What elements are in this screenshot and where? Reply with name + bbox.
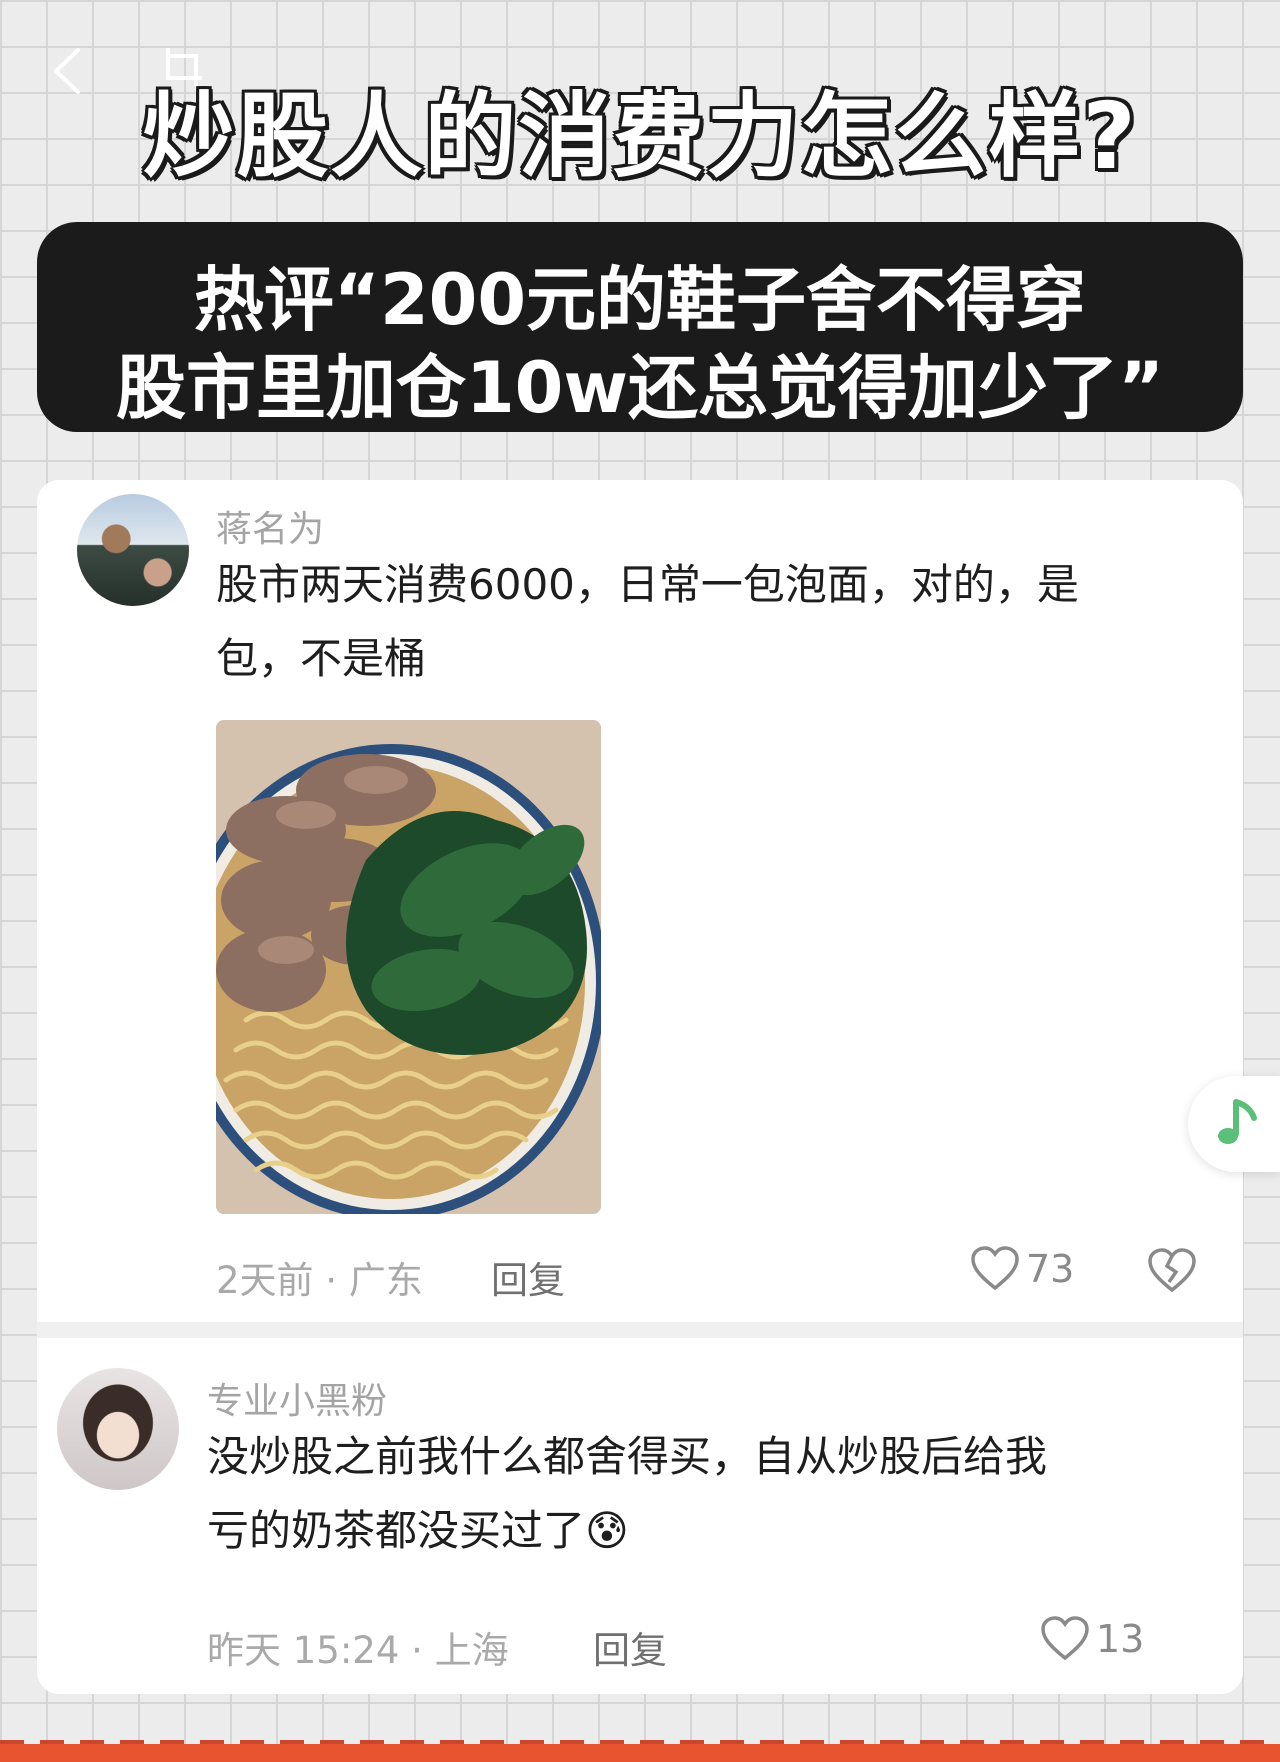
comment-text-line: 股市两天消费6000，日常一包泡面，对的，是 <box>216 560 1079 609</box>
comment-meta: 2天前 · 广东 <box>216 1259 423 1302</box>
heart-icon <box>1041 1616 1089 1661</box>
comment-text: 股市两天消费6000，日常一包泡面，对的，是 包，不是桶 <box>216 548 1216 696</box>
like-count: 73 <box>1026 1247 1075 1291</box>
broken-heart-icon[interactable] <box>1147 1248 1197 1294</box>
like-button[interactable]: 73 <box>970 1246 1074 1292</box>
like-count: 13 <box>1096 1617 1145 1661</box>
comment-text-line: 包，不是桶 <box>216 634 427 683</box>
avatar[interactable] <box>77 494 189 606</box>
comment-card: 蒋名为 股市两天消费6000，日常一包泡面，对的，是 包，不是桶 2天前 · 广… <box>37 480 1243 1322</box>
comment-text-segment: 亏的奶茶都没买过了 <box>207 1506 586 1555</box>
heart-icon <box>971 1246 1019 1291</box>
comment-text: 没炒股之前我什么都舍得买，自从炒股后给我 亏的奶茶都没买过了😰 <box>207 1420 1237 1568</box>
avatar[interactable] <box>57 1368 179 1490</box>
comment-username[interactable]: 专业小黑粉 <box>207 1372 387 1424</box>
comment-divider <box>37 1322 1243 1338</box>
comment-meta: 昨天 15:24 · 上海 <box>207 1629 509 1672</box>
reply-button[interactable]: 回复 <box>491 1250 565 1304</box>
page-title: 炒股人的消费力怎么样? <box>142 83 1138 190</box>
music-note-icon <box>1218 1099 1257 1144</box>
comment-text-line: 没炒股之前我什么都舍得买，自从炒股后给我 <box>207 1432 1048 1481</box>
comment-text-line: 亏的奶茶都没买过了😰 <box>207 1494 1237 1568</box>
banner-line-1: 热评“200元的鞋子舍不得穿 <box>193 259 1087 341</box>
comment-username[interactable]: 蒋名为 <box>216 500 324 552</box>
hot-comment-banner: 热评“200元的鞋子舍不得穿 股市里加仓10w还总觉得加少了” <box>37 222 1243 432</box>
like-button[interactable]: 13 <box>1040 1616 1144 1662</box>
fearful-emoji-icon: 😰 <box>585 1506 629 1555</box>
bottom-accent-bar <box>0 1744 1280 1762</box>
comment-card: 专业小黑粉 没炒股之前我什么都舍得买，自从炒股后给我 亏的奶茶都没买过了😰 昨天… <box>37 1338 1243 1694</box>
music-float-button[interactable] <box>1188 1076 1280 1172</box>
reply-button[interactable]: 回复 <box>593 1620 667 1674</box>
banner-line-2: 股市里加仓10w还总觉得加少了” <box>115 347 1165 429</box>
comment-photo[interactable] <box>216 720 601 1214</box>
